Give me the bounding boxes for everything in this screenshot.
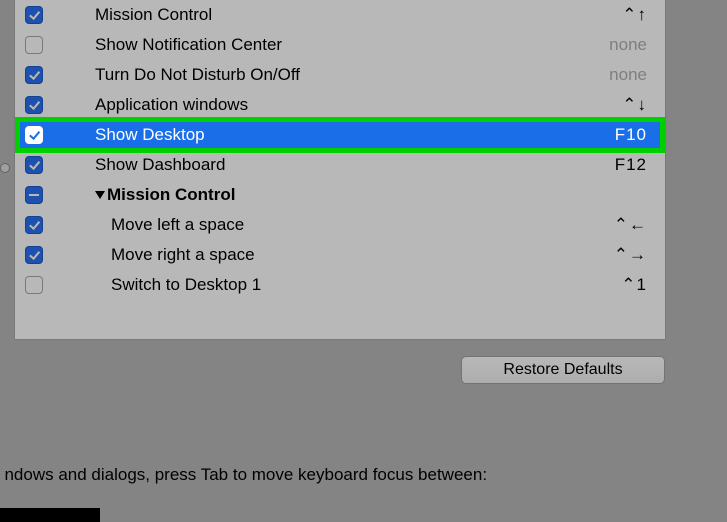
shortcut-key[interactable]: F10 [577,125,647,145]
shortcut-row-mission-control-group[interactable]: Mission Control [15,180,665,210]
shortcuts-list-panel: Mission Control⌃↑Show Notification Cente… [14,0,666,340]
checkbox-show-desktop[interactable] [25,126,43,144]
shortcut-row-move-left[interactable]: Move left a space⌃← [15,210,665,240]
window-edge-dot [0,163,10,173]
checkbox-move-right[interactable] [25,246,43,264]
shortcut-key[interactable]: ⌃1 [577,275,647,295]
shortcut-label: Show Dashboard [95,155,577,175]
checkbox-move-left[interactable] [25,216,43,234]
shortcut-key[interactable]: ⌃→ [577,245,647,265]
shortcut-row-show-notification[interactable]: Show Notification Centernone [15,30,665,60]
checkbox-app-windows[interactable] [25,96,43,114]
bottom-black-bar [0,508,100,522]
shortcut-row-switch-desktop-1[interactable]: Switch to Desktop 1⌃1 [15,270,665,300]
shortcut-label: Application windows [95,95,577,115]
checkbox-show-dashboard[interactable] [25,156,43,174]
footer-line-1: ndows and dialogs, press Tab to move key… [4,465,487,484]
shortcut-row-show-dashboard[interactable]: Show DashboardF12 [15,150,665,180]
restore-defaults-button[interactable]: Restore Defaults [461,356,665,384]
checkbox-mission-control[interactable] [25,6,43,24]
shortcut-key[interactable]: ⌃↓ [577,95,647,115]
group-label: Mission Control [107,185,235,205]
checkbox-switch-desktop-1[interactable] [25,276,43,294]
checkbox-do-not-disturb[interactable] [25,66,43,84]
shortcut-row-do-not-disturb[interactable]: Turn Do Not Disturb On/Offnone [15,60,665,90]
checkbox-mission-control-group[interactable] [25,186,43,204]
shortcut-label: Mission Control [95,5,577,25]
shortcut-label: Switch to Desktop 1 [111,275,577,295]
disclosure-triangle-icon[interactable] [95,191,105,199]
shortcut-row-move-right[interactable]: Move right a space⌃→ [15,240,665,270]
shortcut-label: Move left a space [111,215,577,235]
shortcut-label: Show Notification Center [95,35,577,55]
shortcut-label: Turn Do Not Disturb On/Off [95,65,577,85]
shortcut-key[interactable]: none [577,35,647,55]
shortcut-key[interactable]: none [577,65,647,85]
checkbox-show-notification[interactable] [25,36,43,54]
shortcut-row-show-desktop[interactable]: Show DesktopF10 [15,120,665,150]
shortcut-label: Show Desktop [95,125,577,145]
shortcut-label: Move right a space [111,245,577,265]
shortcut-row-app-windows[interactable]: Application windows⌃↓ [15,90,665,120]
group-header-mission-control-group[interactable]: Mission Control [95,185,235,205]
shortcut-key[interactable]: F12 [577,155,647,175]
shortcut-key[interactable]: ⌃↑ [577,5,647,25]
shortcut-key[interactable]: ⌃← [577,215,647,235]
shortcut-row-mission-control[interactable]: Mission Control⌃↑ [15,0,665,30]
